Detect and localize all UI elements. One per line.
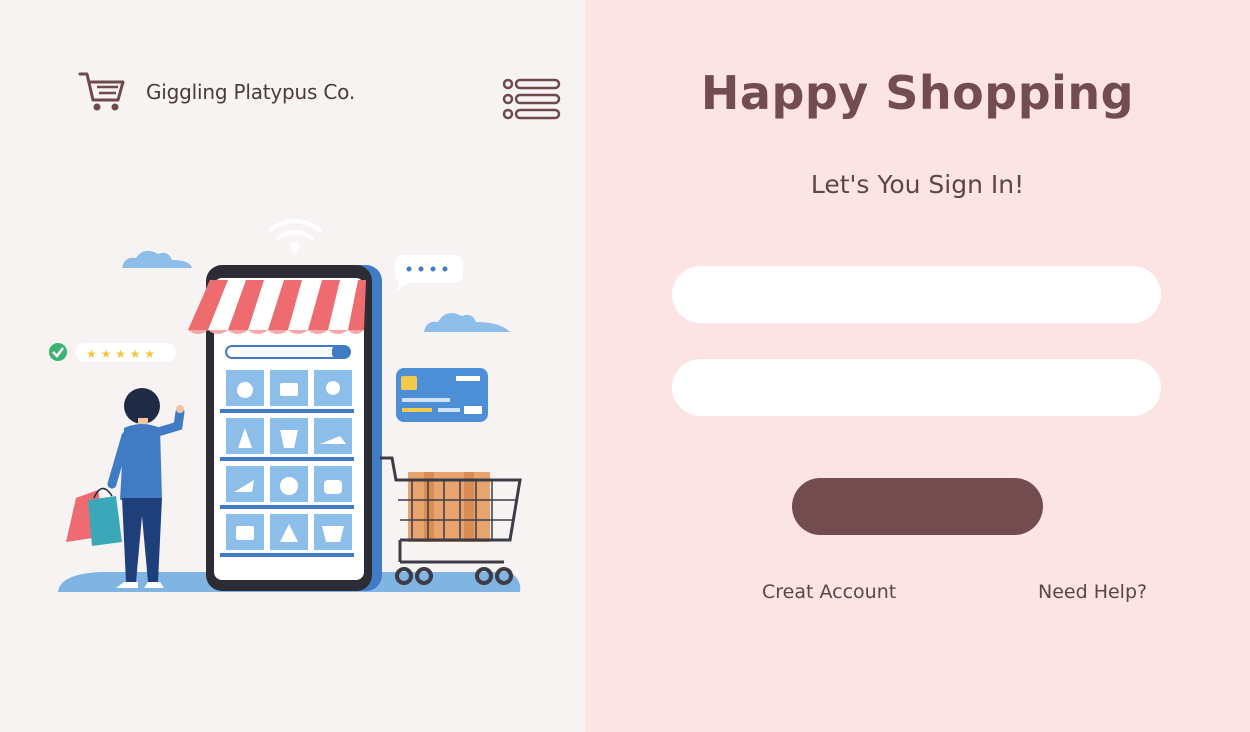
shopper-figure (66, 388, 185, 588)
page-title: Happy Shopping (700, 66, 1135, 120)
sign-in-button[interactable] (792, 478, 1043, 535)
create-account-link[interactable]: Creat Account (762, 581, 896, 603)
credit-card-icon (396, 368, 488, 422)
need-help-link[interactable]: Need Help? (1038, 581, 1147, 603)
username-input[interactable] (672, 266, 1161, 323)
online-shopping-illustration: ★ ★ ★ ★ ★ (49, 219, 522, 592)
brand-name: Giggling Platypus Co. (146, 80, 355, 104)
password-input[interactable] (672, 359, 1161, 416)
list-menu-icon[interactable] (502, 78, 562, 120)
shopping-cart-illustration (380, 456, 522, 585)
brand[interactable]: Giggling Platypus Co. (78, 70, 355, 114)
rating-badge: ★ ★ ★ ★ ★ (49, 343, 176, 362)
svg-text:★ ★ ★ ★ ★: ★ ★ ★ ★ ★ (86, 347, 155, 361)
smartphone-store (188, 265, 382, 591)
signin-subtitle: Let's You Sign In! (810, 170, 1025, 199)
wifi-icon (268, 219, 322, 252)
shopping-cart-icon (78, 72, 125, 111)
signin-panel: Happy Shopping Let's You Sign In! Creat … (585, 0, 1250, 732)
chat-bubble-icon (395, 255, 463, 292)
signin-page: Giggling Platypus Co. ★ ★ ★ ★ ★ Happy Sh… (0, 0, 1250, 732)
left-panel: Giggling Platypus Co. ★ ★ ★ ★ ★ (0, 0, 585, 732)
